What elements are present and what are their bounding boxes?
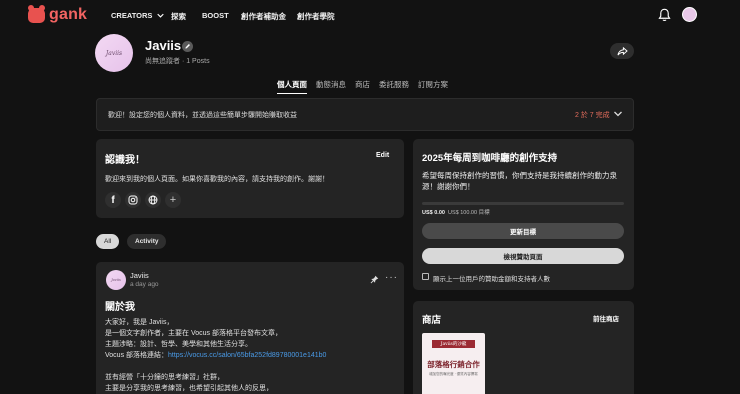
post-line: 是一個文字創作者，主要在 Vocus 部落格平台發布文章， (105, 330, 282, 337)
nav-creators[interactable]: CREATORS (111, 11, 164, 20)
bell-icon[interactable] (658, 8, 671, 22)
goal-progress-bar (422, 202, 624, 205)
tab-commissions[interactable]: 委託服務 (379, 79, 409, 94)
user-avatar[interactable] (682, 7, 697, 22)
goal-amounts: US$ 0.00 US$ 100.00 目標 (422, 208, 490, 216)
chevron-down-icon (156, 13, 164, 18)
tab-subscriptions[interactable]: 訂閱方案 (418, 79, 448, 94)
product-subtitle: 增加您的曝光度 · 優質內容撰寫 (429, 372, 478, 376)
post-line: 並有經營「十分鐘的思考練習」社群， (105, 374, 224, 381)
post-line: 主題涉略：設計、哲學、美學和其他生活分享。 (105, 341, 252, 348)
pencil-icon (185, 44, 190, 49)
tab-shop[interactable]: 商店 (355, 79, 370, 94)
about-edit-button[interactable]: Edit (376, 152, 389, 159)
profile-name: Javiis (145, 38, 182, 53)
globe-icon[interactable] (145, 192, 161, 208)
logo-text: gank (49, 6, 88, 23)
show-last-supporter-checkbox[interactable] (422, 273, 429, 280)
setup-message: 歡迎！設定您的個人資料，並透過這些簡單步驟開始賺取收益 (108, 112, 297, 119)
nav-boost[interactable]: BOOST (202, 11, 229, 20)
post-title: 關於我 (105, 302, 135, 313)
nav-creator-academy[interactable]: 創作者學院 (297, 11, 335, 22)
about-card: 認識我！ Edit 歡迎來到我的個人頁面。如果你喜歡我的內容，請支持我的創作。謝… (96, 139, 404, 218)
social-links: f + (105, 192, 181, 208)
shop-card: 商店 前往商店 Javiis的沙龍 部落格行銷合作 增加您的曝光度 · 優質內容… (413, 301, 634, 394)
filter-all[interactable]: All (96, 234, 120, 249)
chevron-down-icon[interactable] (613, 109, 623, 119)
profile-tabs: 個人頁面 動態消息 商店 委託服務 訂閱方案 (277, 79, 448, 94)
bear-logo-icon (28, 4, 45, 23)
facebook-icon[interactable]: f (105, 192, 121, 208)
goal-title: 2025年每周到咖啡廳的創作支持 (422, 153, 558, 164)
post-author[interactable]: Javiis (130, 271, 149, 280)
product-thumbnail[interactable]: Javiis的沙龍 部落格行銷合作 增加您的曝光度 · 優質內容撰寫 (422, 333, 485, 394)
goal-target: US$ 100.00 目標 (448, 210, 490, 216)
filter-activity[interactable]: Activity (127, 234, 167, 249)
go-to-shop-link[interactable]: 前往商店 (593, 313, 619, 323)
profile-avatar: Javiis (95, 34, 133, 72)
share-button[interactable] (610, 43, 634, 59)
pin-icon[interactable] (370, 275, 379, 284)
nav-explore[interactable]: 探索 (171, 11, 186, 22)
update-goal-button[interactable]: 更新目標 (422, 223, 624, 239)
tab-feed[interactable]: 動態消息 (316, 79, 346, 94)
support-goal-card: 2025年每周到咖啡廳的創作支持 希望每周保持創作的習慣，你們支持是我持續創作的… (413, 139, 634, 290)
post-line: 大家好，我是 Javiis， (105, 319, 174, 326)
vocus-link[interactable]: https://vocus.cc/salon/65bfa252fd8978000… (168, 352, 326, 359)
post-avatar: Javiis (106, 270, 126, 290)
setup-progress-count: 2 於 7 完成 (575, 112, 610, 119)
product-title: 部落格行銷合作 (427, 360, 480, 369)
product-header: Javiis的沙龍 (432, 340, 475, 348)
view-sponsor-page-button[interactable]: 檢視贊助頁面 (422, 248, 624, 264)
profile-stats: 尚無追蹤者 · 1 Posts (145, 58, 210, 65)
nav-creator-grant[interactable]: 創作者補助金 (241, 11, 286, 22)
instagram-icon[interactable] (125, 192, 141, 208)
post-time: a day ago (130, 281, 159, 288)
post-line: 主要是分享我的思考練習，也希望引起其他人的反思， (105, 385, 273, 392)
shop-title: 商店 (422, 315, 442, 326)
goal-description: 希望每周保持創作的習慣，你們支持是我持續創作的動力泉源！謝謝你們！ (422, 171, 617, 191)
post-card: Javiis Javiis a day ago ··· 關於我 大家好，我是 J… (96, 262, 404, 394)
about-text: 歡迎來到我的個人頁面。如果你喜歡我的內容，請支持我的創作。謝謝！ (105, 176, 329, 183)
show-last-supporter-label: 顯示上一位用戶的贊助金額和支持者人數 (433, 276, 550, 283)
goal-current: US$ 0.00 (422, 210, 445, 216)
share-icon (617, 46, 628, 55)
setup-progress-banner[interactable]: 歡迎！設定您的個人資料，並透過這些簡單步驟開始賺取收益 2 於 7 完成 (96, 98, 634, 131)
gank-logo[interactable]: gank (28, 4, 88, 24)
add-icon[interactable]: + (165, 192, 181, 208)
more-options-icon[interactable]: ··· (385, 272, 398, 283)
edit-profile-button[interactable] (182, 41, 193, 52)
about-title: 認識我！ (105, 155, 145, 166)
top-navigation: gank CREATORS 探索 BOOST 創作者補助金 創作者學院 (0, 0, 740, 30)
post-link-line: Vocus 部落格連結：https://vocus.cc/salon/65bfa… (105, 352, 327, 359)
tab-profile[interactable]: 個人頁面 (277, 79, 307, 94)
